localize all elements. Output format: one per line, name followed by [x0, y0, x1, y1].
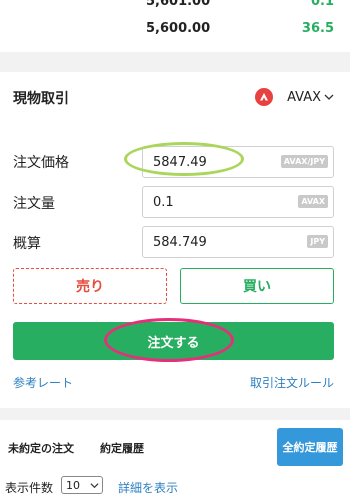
price-unit-badge: AVAX/JPY — [280, 155, 328, 168]
place-order-button[interactable]: 注文する — [13, 322, 334, 360]
display-count-value: 10 — [66, 478, 80, 492]
sell-button[interactable]: 売り — [13, 268, 167, 304]
price-input[interactable]: 5847.49 AVAX/JPY — [142, 146, 334, 178]
display-count-select[interactable]: 10 — [61, 476, 103, 494]
panel-title: 現物取引 — [13, 91, 69, 107]
estimate-label: 概算 — [13, 236, 41, 252]
order-book: 5,601.00 0.1 5,600.00 36.5 — [0, 0, 350, 52]
order-book-row[interactable]: 5,601.00 0.1 — [0, 0, 350, 14]
reference-rate-link[interactable]: 参考レート — [13, 374, 73, 391]
buy-button[interactable]: 買い — [180, 268, 334, 304]
show-details-link[interactable]: 詳細を表示 — [118, 479, 178, 496]
pair-selector[interactable]: AVAX — [255, 88, 334, 106]
order-book-quantity: 0.1 — [310, 0, 334, 9]
order-book-quantity: 36.5 — [301, 21, 334, 36]
price-value: 5847.49 — [153, 155, 207, 170]
order-book-row[interactable]: 5,600.00 36.5 — [0, 21, 350, 41]
tab-trade-history[interactable]: 約定履歴 — [100, 440, 144, 456]
amount-input[interactable]: 0.1 AVAX — [142, 186, 334, 218]
estimate-field: 584.749 JPY — [142, 226, 334, 258]
order-book-price: 5,600.00 — [146, 21, 211, 36]
chevron-down-icon — [90, 483, 99, 489]
estimate-value: 584.749 — [153, 235, 207, 250]
display-count-label: 表示件数 — [5, 481, 54, 495]
section-divider — [0, 408, 350, 420]
estimate-unit-badge: JPY — [307, 235, 328, 248]
orders-section: 未約定の注文 約定履歴 全約定履歴 表示件数 10 詳細を表示 — [0, 420, 350, 497]
amount-label: 注文量 — [13, 196, 55, 212]
trading-rules-link[interactable]: 取引注文ルール — [250, 374, 334, 391]
chevron-down-icon — [324, 94, 334, 100]
amount-unit-badge: AVAX — [298, 195, 328, 208]
amount-value: 0.1 — [153, 195, 174, 210]
pair-label: AVAX — [287, 89, 321, 105]
price-label: 注文価格 — [13, 155, 69, 171]
tab-open-orders[interactable]: 未約定の注文 — [8, 440, 74, 456]
spot-trade-panel: 現物取引 AVAX 注文価格 5847.49 AVAX/JPY 注文量 0.1 … — [0, 72, 350, 408]
order-book-price: 5,601.00 — [146, 0, 211, 9]
avax-logo-icon — [255, 88, 274, 106]
section-divider — [0, 52, 350, 72]
all-history-button[interactable]: 全約定履歴 — [277, 428, 343, 466]
